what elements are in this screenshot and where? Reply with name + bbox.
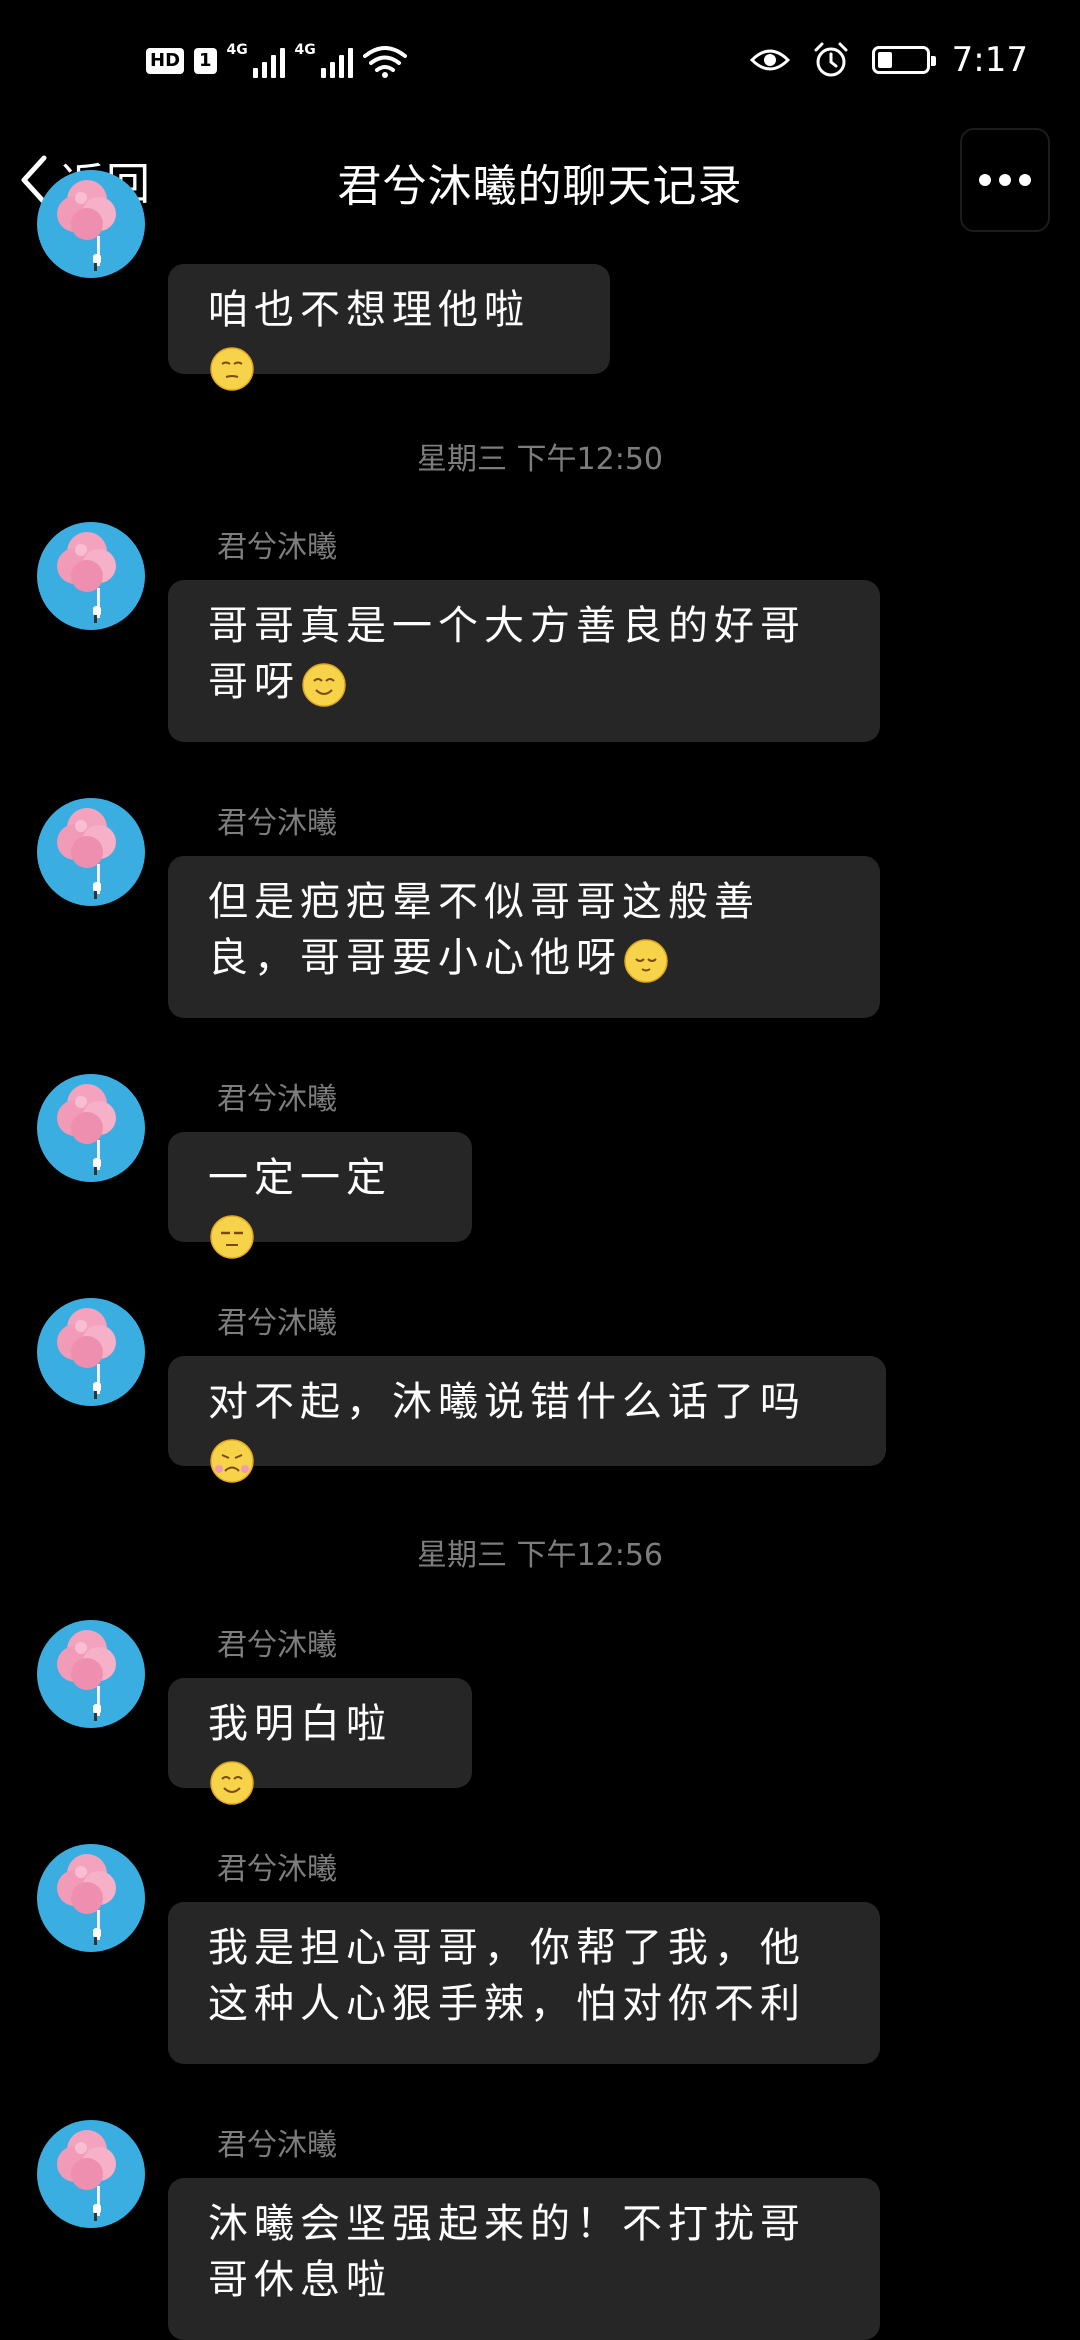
relieved-emoji-icon (624, 939, 668, 983)
battery-icon (871, 46, 936, 74)
network-type-label: 4G (226, 42, 248, 58)
smirk-emoji-icon (210, 347, 254, 391)
message-bubble[interactable]: 咱也不想理他啦 (168, 264, 610, 391)
clock: 7:17 (951, 40, 1028, 80)
message-text: 但是疤疤晕不似哥哥这般善良，哥哥要小心他呀 (208, 879, 760, 981)
alarm-icon (814, 42, 848, 77)
message-bubble[interactable]: 沐曦会坚强起来的！不打扰哥哥休息啦 (168, 2178, 880, 2340)
status-left: HD 1 4G 4G (146, 42, 407, 78)
avatar[interactable] (37, 798, 145, 906)
sim-badge: 1 (194, 48, 217, 74)
smile-emoji-icon (210, 1761, 254, 1805)
battery-level (877, 52, 892, 68)
message-text: 哥哥真是一个大方善良的好哥哥呀 (208, 603, 806, 705)
more-dot-icon (979, 174, 991, 186)
message-bubble[interactable]: 对不起，沐曦说错什么话了吗 (168, 1356, 886, 1483)
status-bar: HD 1 4G 4G 7:17 (0, 0, 1080, 120)
avatar[interactable] (37, 2120, 145, 2228)
message-text: 对不起，沐曦说错什么话了吗 (208, 1379, 806, 1425)
wifi-icon (362, 46, 407, 78)
page-title: 君兮沐曦的聊天记录 (337, 161, 743, 212)
message-bubble[interactable]: 我是担心哥哥，你帮了我，他这种人心狠手辣，怕对你不利 (168, 1902, 880, 2064)
sender-name: 君兮沐曦 (217, 530, 337, 565)
message-bubble[interactable]: 哥哥真是一个大方善良的好哥哥呀 (168, 580, 880, 742)
message-text: 一定一定 (208, 1155, 392, 1201)
avatar[interactable] (37, 1620, 145, 1728)
message-text: 我是担心哥哥，你帮了我，他这种人心狠手辣，怕对你不利 (208, 1925, 806, 2027)
signal-icon: 4G (294, 42, 353, 78)
message-bubble[interactable]: 一定一定 (168, 1132, 472, 1259)
timestamp: 星期三 下午12:50 (417, 442, 663, 477)
more-dot-icon (999, 174, 1011, 186)
smile-emoji-icon (302, 663, 346, 707)
eye-icon (749, 49, 790, 71)
sender-name: 君兮沐曦 (217, 2128, 337, 2163)
avatar[interactable] (37, 1074, 145, 1182)
sender-name: 君兮沐曦 (217, 1306, 337, 1341)
sender-name: 君兮沐曦 (217, 1082, 337, 1117)
message-text: 我明白啦 (208, 1701, 392, 1747)
network-type-label: 4G (294, 42, 316, 58)
signal-icon: 4G (226, 42, 285, 78)
message-text: 沐曦会坚强起来的！不打扰哥哥休息啦 (208, 2201, 806, 2303)
message-bubble[interactable]: 但是疤疤晕不似哥哥这般善良，哥哥要小心他呀 (168, 856, 880, 1018)
avatar[interactable] (37, 1844, 145, 1952)
status-right: 7:17 (749, 40, 1028, 80)
sender-name: 君兮沐曦 (217, 1852, 337, 1887)
sender-name: 君兮沐曦 (217, 1628, 337, 1663)
timestamp: 星期三 下午12:56 (417, 1538, 663, 1573)
message-text: 咱也不想理他啦 (208, 287, 530, 333)
more-dot-icon (1019, 174, 1031, 186)
avatar[interactable] (37, 1298, 145, 1406)
hd-badge: HD (146, 48, 185, 74)
nav-bar: 返回 君兮沐曦的聊天记录 (0, 120, 1080, 238)
sender-name: 君兮沐曦 (217, 806, 337, 841)
avatar[interactable] (37, 170, 145, 278)
sad-emoji-icon (210, 1439, 254, 1483)
unamused-emoji-icon (210, 1215, 254, 1259)
message-bubble[interactable]: 我明白啦 (168, 1678, 472, 1805)
avatar[interactable] (37, 522, 145, 630)
more-button[interactable] (960, 128, 1050, 232)
